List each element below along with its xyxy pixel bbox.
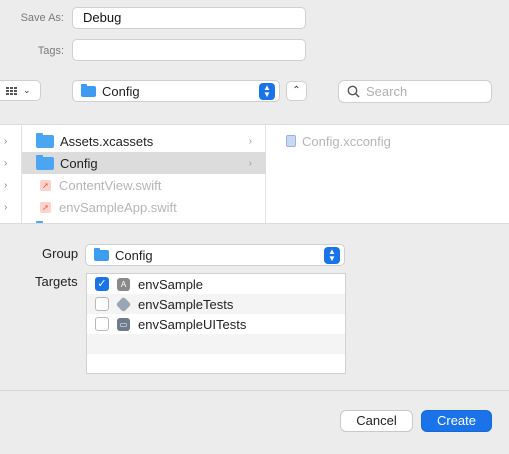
app-target-icon: A xyxy=(117,277,130,291)
target-row-uitests[interactable]: ▭ envSampleUITests xyxy=(87,314,345,334)
test-target-icon xyxy=(115,296,132,312)
browser-item-contentview: ➚ ContentView.swift xyxy=(22,174,266,196)
swift-file-icon: ➚ xyxy=(40,201,51,213)
browser-item-label: ContentView.swift xyxy=(59,177,162,193)
folder-icon xyxy=(36,154,54,170)
group-value: Config xyxy=(115,247,153,263)
chevron-up-icon: ⌃ xyxy=(292,85,301,96)
browser-item-label: Config xyxy=(60,155,98,171)
file-browser[interactable]: › › › › Assets.xcassets › Config › ➚ Con… xyxy=(0,124,509,224)
browser-column-parent[interactable]: › › › › xyxy=(0,125,22,223)
browser-item-assets[interactable]: Assets.xcassets › xyxy=(22,130,266,152)
browser-item-label: Config.xcconfig xyxy=(302,133,391,149)
target-label: envSampleUITests xyxy=(138,316,247,332)
target-row-empty xyxy=(87,334,345,354)
group-popup[interactable]: Config ▲ ▼ xyxy=(85,244,345,266)
targets-label: Targets xyxy=(35,274,78,289)
browser-item-xcconfig: Config.xcconfig xyxy=(266,130,509,152)
target-label: envSample xyxy=(138,276,204,292)
target-row-tests[interactable]: envSampleTests xyxy=(87,294,345,314)
save-as-label: Save As: xyxy=(20,12,64,24)
collapse-button[interactable]: ⌃ xyxy=(286,81,307,101)
browser-item-config[interactable]: Config › xyxy=(22,152,266,174)
view-mode-button[interactable]: ⌄ xyxy=(0,80,41,101)
browser-column-config[interactable]: Config.xcconfig xyxy=(266,125,509,223)
search-field[interactable]: Search xyxy=(338,80,492,103)
popup-stepper-icon: ▲ ▼ xyxy=(259,83,275,100)
tags-field[interactable] xyxy=(72,39,306,61)
target-checkbox[interactable]: ✓ xyxy=(95,277,109,291)
folder-icon xyxy=(81,83,96,97)
xcconfig-file-icon xyxy=(286,135,296,147)
location-popup[interactable]: Config ▲ ▼ xyxy=(72,80,280,102)
target-checkbox[interactable] xyxy=(95,317,109,331)
popup-stepper-icon: ▲ ▼ xyxy=(324,247,340,264)
dialog-footer: Cancel Create xyxy=(0,390,509,454)
location-label: Config xyxy=(102,83,140,99)
target-row-envsample[interactable]: ✓ A envSample xyxy=(87,274,345,294)
browser-item-label: Assets.xcassets xyxy=(60,133,154,149)
browser-column-project[interactable]: Assets.xcassets › Config › ➚ ContentView… xyxy=(22,125,266,223)
target-label: envSampleTests xyxy=(138,296,234,312)
save-panel-header: Save As: Debug Tags: ⌄ Config ▲ ▼ ⌃ Searc… xyxy=(0,0,509,124)
search-placeholder: Search xyxy=(366,84,408,99)
targets-list[interactable]: ✓ A envSample envSampleTests ▭ envSample… xyxy=(86,273,346,374)
swift-file-icon: ➚ xyxy=(40,179,51,191)
chevron-right-icon: › xyxy=(4,202,8,213)
folder-icon xyxy=(36,132,54,148)
tags-label: Tags: xyxy=(37,45,64,57)
cancel-button[interactable]: Cancel xyxy=(340,410,413,432)
browser-item-label: envSampleApp.swift xyxy=(59,199,177,215)
chevron-right-icon: › xyxy=(248,157,252,169)
create-button[interactable]: Create xyxy=(421,410,492,432)
ui-test-target-icon: ▭ xyxy=(117,317,130,331)
search-icon xyxy=(347,85,360,98)
icon-view-icon xyxy=(6,86,17,95)
chevron-right-icon: › xyxy=(4,158,8,169)
target-checkbox[interactable] xyxy=(95,297,109,311)
chevron-right-icon: › xyxy=(4,136,8,147)
folder-icon xyxy=(94,247,109,261)
chevron-right-icon: › xyxy=(4,180,8,191)
group-label: Group xyxy=(42,246,79,261)
options-panel: Group Config ▲ ▼ Targets ✓ A envSample en… xyxy=(0,224,509,390)
browser-item-app: ➚ envSampleApp.swift xyxy=(22,196,266,218)
save-as-field[interactable]: Debug xyxy=(72,7,306,29)
chevron-down-icon: ⌄ xyxy=(23,85,31,95)
chevron-right-icon: › xyxy=(248,135,252,147)
